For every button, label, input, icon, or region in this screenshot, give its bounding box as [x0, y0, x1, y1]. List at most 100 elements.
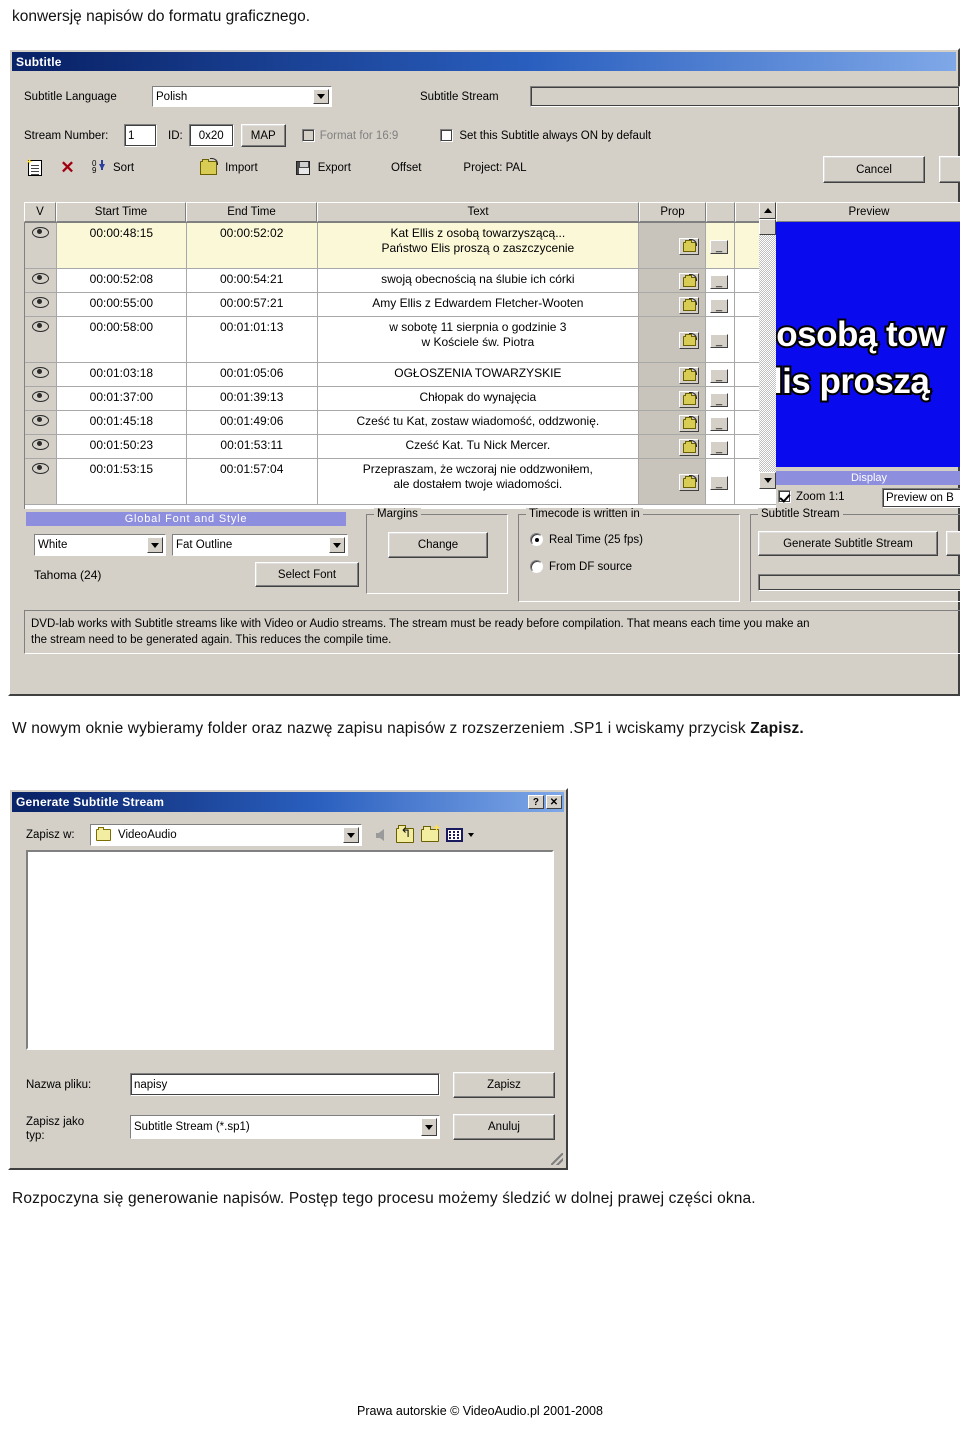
cell-text[interactable]: Chłopak do wynajęcia [317, 387, 640, 411]
delete-x-icon[interactable]: ✕ [60, 159, 75, 176]
always-on-checkbox[interactable] [440, 129, 454, 142]
chevron-down-icon[interactable] [343, 827, 359, 843]
open-folder-icon[interactable] [679, 391, 700, 408]
minus-button[interactable]: _ [710, 417, 729, 431]
cell-text[interactable]: Przepraszam, że wczoraj nie oddzwoniłem,… [317, 459, 640, 505]
generate-extra-button[interactable] [946, 531, 960, 556]
font-style-combo[interactable]: Fat Outline [172, 534, 348, 556]
file-type-combo[interactable]: Subtitle Stream (*.sp1) [130, 1115, 440, 1139]
cell-prop[interactable] [639, 293, 707, 317]
table-scrollbar[interactable] [759, 202, 776, 489]
export-label[interactable]: Export [318, 162, 351, 174]
resize-grip[interactable] [551, 1153, 563, 1165]
cell-start-time[interactable]: 00:01:53:15 [56, 459, 187, 505]
open-folder-icon[interactable] [679, 238, 700, 255]
cell-start-time[interactable]: 00:00:58:00 [56, 317, 187, 363]
generate-subtitle-stream-button[interactable]: Generate Subtitle Stream [758, 531, 938, 556]
select-font-button[interactable]: Select Font [255, 562, 359, 587]
views-chevron-down-icon[interactable] [468, 833, 474, 837]
cell-text[interactable]: Amy Ellis z Edwardem Fletcher-Wooten [317, 293, 640, 317]
row-visibility-toggle[interactable] [25, 269, 57, 293]
cancel-button[interactable]: Anuluj [453, 1114, 555, 1140]
open-folder-icon[interactable] [679, 439, 700, 456]
column-header-end-time[interactable]: End Time [186, 202, 317, 222]
cell-text[interactable]: w sobotę 11 sierpnia o godzinie 3w Kości… [317, 317, 640, 363]
cell-prop[interactable] [639, 459, 707, 505]
dfsource-radio[interactable] [530, 560, 543, 573]
cell-minus[interactable]: _ [706, 293, 736, 317]
table-row[interactable]: 00:01:53:15 00:01:57:04 Przepraszam, że wc… [25, 459, 776, 505]
cell-start-time[interactable]: 00:01:37:00 [56, 387, 187, 411]
new-folder-icon[interactable] [418, 824, 441, 846]
cell-start-time[interactable]: 00:00:48:15 [56, 223, 187, 269]
offset-label[interactable]: Offset [391, 162, 421, 174]
save-button[interactable]: Zapisz [453, 1072, 555, 1098]
cell-minus[interactable]: _ [706, 223, 736, 269]
close-icon[interactable]: ✕ [546, 795, 562, 809]
new-document-icon[interactable] [28, 160, 42, 176]
cell-minus[interactable]: _ [706, 387, 736, 411]
minus-button[interactable]: _ [710, 299, 729, 313]
scrollbar-thumb[interactable] [759, 219, 776, 235]
cell-prop[interactable] [639, 387, 707, 411]
column-header-blank1[interactable] [706, 202, 735, 222]
cell-start-time[interactable]: 00:01:03:18 [56, 363, 187, 387]
column-header-visible[interactable]: V [24, 202, 56, 222]
cell-start-time[interactable]: 00:00:55:00 [56, 293, 187, 317]
eye-icon[interactable] [31, 273, 49, 284]
cell-text[interactable]: Kat Ellis z osobą towarzyszącą... Państwo… [317, 223, 640, 269]
cell-start-time[interactable]: 00:00:52:08 [56, 269, 187, 293]
open-folder-icon[interactable] [679, 273, 700, 290]
cell-prop[interactable] [639, 269, 707, 293]
table-row[interactable]: 00:01:50:23 00:01:53:11 Cześć Kat. Tu Nick… [25, 435, 776, 459]
ok-button-partial[interactable] [939, 156, 960, 183]
sort-icon[interactable]: 09 [91, 160, 107, 176]
chevron-down-icon[interactable] [313, 89, 329, 104]
sort-label[interactable]: Sort [113, 162, 134, 174]
import-label[interactable]: Import [225, 162, 258, 174]
cell-prop[interactable] [639, 435, 707, 459]
cell-start-time[interactable]: 00:01:50:23 [56, 435, 187, 459]
open-folder-icon[interactable] [679, 367, 700, 384]
preview-on-field[interactable]: Preview on B [882, 488, 960, 508]
save-disk-icon[interactable] [295, 161, 310, 175]
zoom-1-1-checkbox[interactable] [778, 490, 791, 503]
table-row[interactable]: 00:00:52:08 00:00:54:21 swoją obecnością n… [25, 269, 776, 293]
eye-icon[interactable] [31, 297, 49, 308]
cell-minus[interactable]: _ [706, 269, 736, 293]
up-one-level-icon[interactable] [393, 824, 416, 846]
stream-number-input[interactable]: 1 [124, 124, 157, 147]
open-folder-icon[interactable] [679, 474, 700, 491]
font-color-combo[interactable]: White [34, 534, 166, 556]
timecode-option-realtime[interactable]: Real Time (25 fps) [530, 533, 643, 546]
eye-icon[interactable] [31, 439, 49, 450]
margins-change-button[interactable]: Change [388, 532, 488, 558]
cell-text[interactable]: swoją obecnością na ślubie ich córki [317, 269, 640, 293]
map-button[interactable]: MAP [240, 124, 286, 147]
eye-icon[interactable] [31, 367, 49, 378]
file-list-box[interactable] [26, 850, 554, 1050]
minus-button[interactable]: _ [710, 334, 729, 348]
row-visibility-toggle[interactable] [25, 435, 57, 459]
eye-icon[interactable] [31, 321, 49, 332]
cell-end-time[interactable]: 00:00:52:02 [186, 223, 318, 269]
scroll-down-button[interactable] [759, 472, 776, 489]
cancel-button[interactable]: Cancel [823, 156, 925, 183]
minus-button[interactable]: _ [710, 393, 729, 407]
table-row[interactable]: 00:01:03:18 00:01:05:06 OGŁOSZENIA TOWARZY… [25, 363, 776, 387]
column-header-start-time[interactable]: Start Time [56, 202, 186, 222]
minus-button[interactable]: _ [710, 441, 729, 455]
eye-icon[interactable] [31, 391, 49, 402]
table-row[interactable]: 00:00:58:00 00:01:01:13 w sobotę 11 sierpn… [25, 317, 776, 363]
cell-end-time[interactable]: 00:00:57:21 [186, 293, 318, 317]
cell-end-time[interactable]: 00:01:01:13 [186, 317, 318, 363]
cell-end-time[interactable]: 00:01:39:13 [186, 387, 318, 411]
cell-start-time[interactable]: 00:01:45:18 [56, 411, 187, 435]
column-header-prop[interactable]: Prop [639, 202, 706, 222]
row-visibility-toggle[interactable] [25, 293, 57, 317]
cell-text[interactable]: Cześć Kat. Tu Nick Mercer. [317, 435, 640, 459]
cell-minus[interactable]: _ [706, 459, 736, 505]
views-icon[interactable] [443, 824, 466, 846]
cell-minus[interactable]: _ [706, 317, 736, 363]
row-visibility-toggle[interactable] [25, 223, 57, 269]
